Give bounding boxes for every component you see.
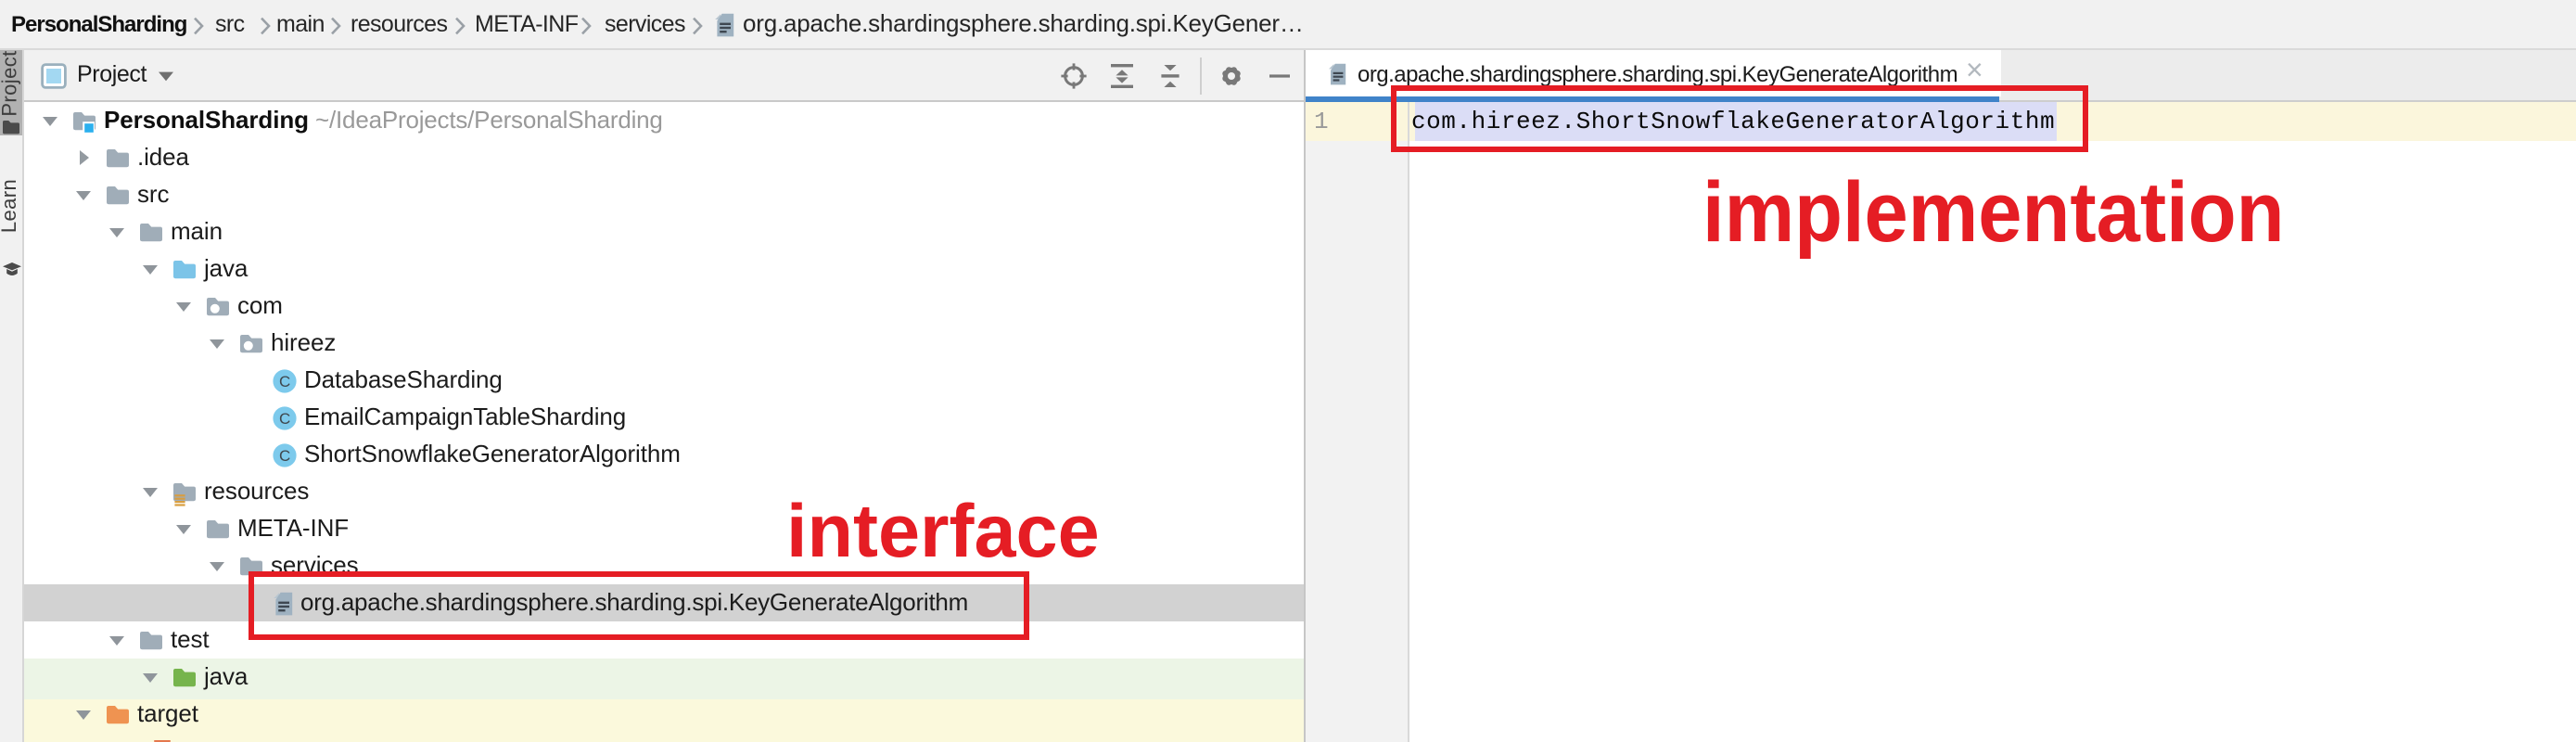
svg-text:C: C bbox=[278, 446, 289, 464]
svg-text:C: C bbox=[278, 409, 289, 427]
svg-text:C: C bbox=[278, 372, 289, 390]
